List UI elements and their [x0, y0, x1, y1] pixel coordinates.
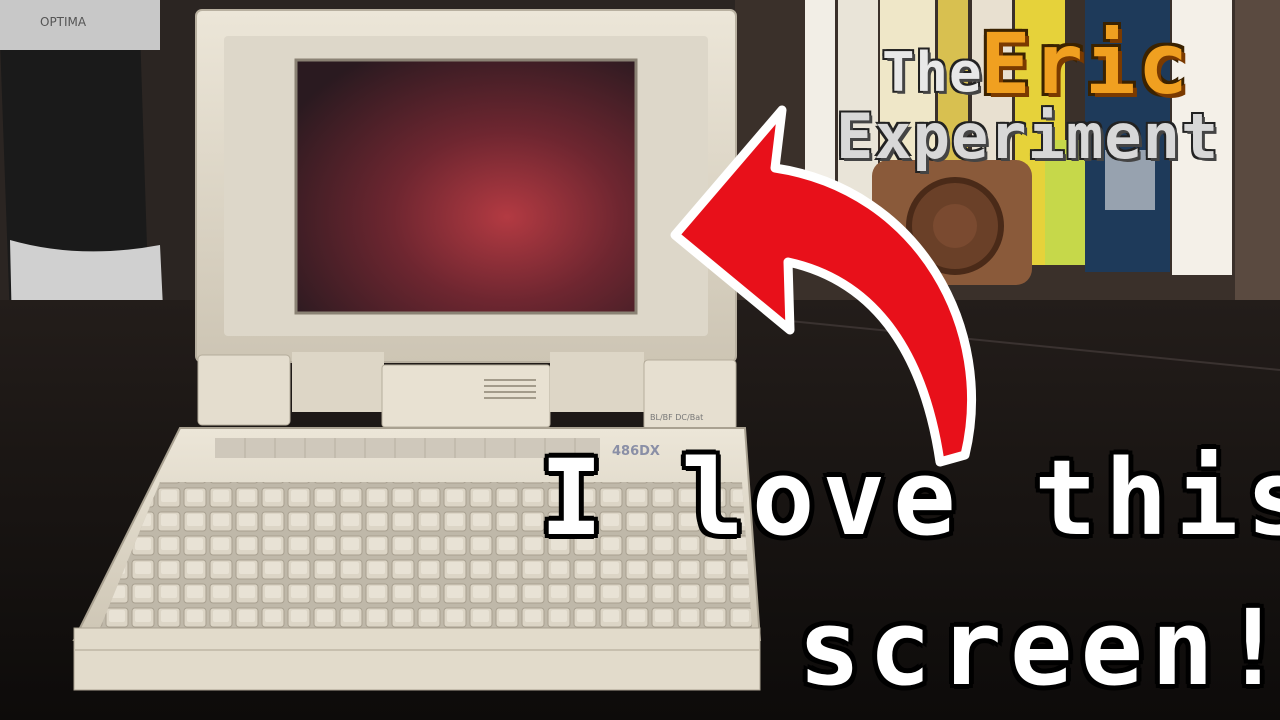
logo-eric-text: Eric: [980, 15, 1191, 113]
laptop-lid: [195, 9, 737, 363]
caption-line-1: I love this: [540, 437, 1280, 559]
laptop-screen: [294, 58, 638, 315]
caption-line-2: screen!: [798, 587, 1280, 709]
logo-the-text: The: [882, 41, 983, 104]
indicator-labels: BL/BF DC/Bat: [650, 413, 703, 422]
channel-logo: The Eric Experiment: [836, 18, 1256, 168]
logo-experiment-text: Experiment: [836, 100, 1220, 173]
speaker-brand-text: OPTIMA: [40, 15, 87, 29]
